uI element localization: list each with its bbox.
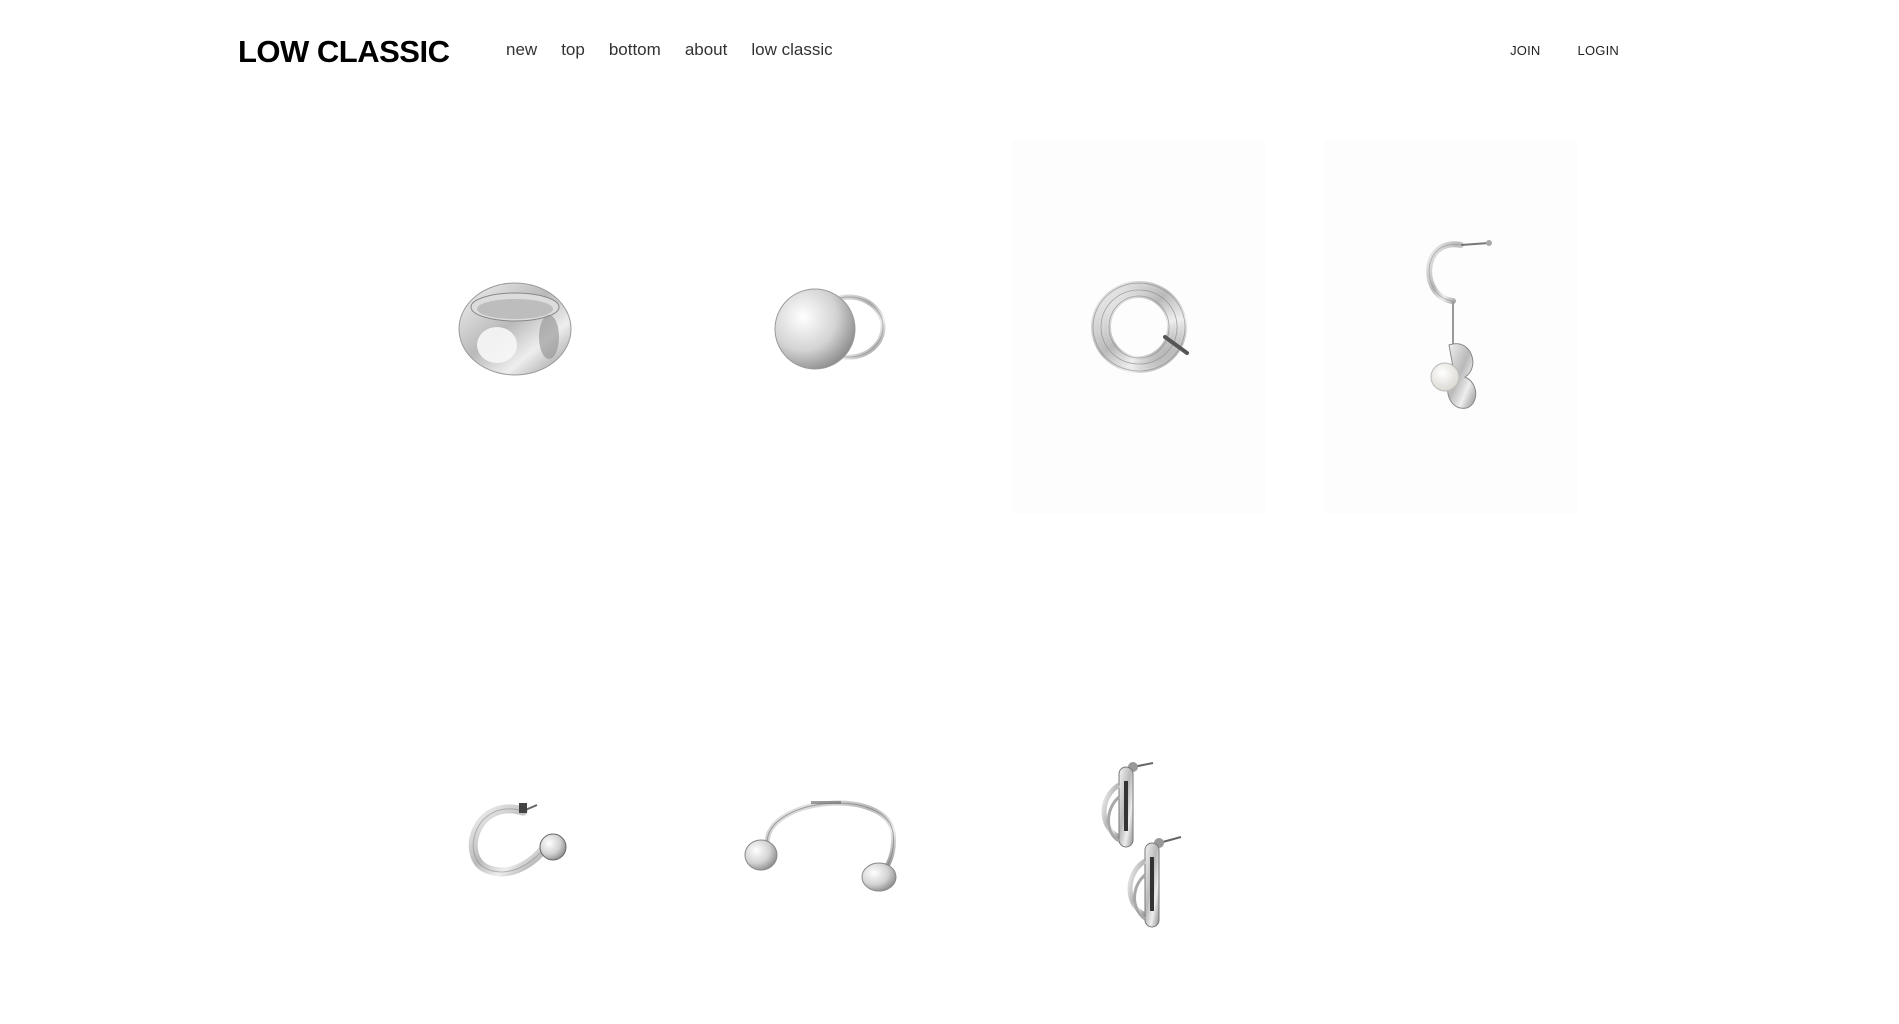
login-link[interactable]: LOGIN — [1578, 43, 1619, 58]
site-header: LOW CLASSIC new top bottom about low cla… — [0, 0, 1899, 100]
product-card-open-cuff-bracelet[interactable] — [700, 650, 954, 1024]
product-card-wrap-ring[interactable] — [1012, 140, 1266, 514]
bar-drop-earrings-image — [1101, 762, 1182, 928]
product-card-bar-drop-earrings[interactable] — [1012, 650, 1266, 1024]
product-card-dome-ring[interactable] — [388, 140, 642, 514]
wrap-ring-image — [1091, 281, 1189, 373]
product-grid — [388, 140, 1578, 1024]
open-cuff-bracelet-image — [744, 800, 897, 892]
nav-link-new[interactable]: new — [506, 40, 537, 60]
account-links: JOIN LOGIN — [1510, 43, 1619, 58]
product-card-pearl-hoop-earring[interactable] — [1324, 140, 1578, 514]
ball-hoop-earring-image — [468, 803, 567, 877]
nav-link-bottom[interactable]: bottom — [609, 40, 661, 60]
main-nav: new top bottom about low classic — [506, 40, 833, 60]
dome-ring-image — [458, 282, 572, 376]
nav-link-about[interactable]: about — [685, 40, 728, 60]
product-card-ball-ring[interactable] — [700, 140, 954, 514]
brand-logo[interactable]: LOW CLASSIC — [238, 34, 450, 70]
pearl-hoop-earring-image — [1426, 240, 1492, 409]
product-card-ball-hoop-earring[interactable] — [388, 650, 642, 1024]
ball-ring-image — [774, 288, 886, 370]
join-link[interactable]: JOIN — [1510, 43, 1540, 58]
nav-link-low-classic[interactable]: low classic — [751, 40, 832, 60]
nav-link-top[interactable]: top — [561, 40, 585, 60]
